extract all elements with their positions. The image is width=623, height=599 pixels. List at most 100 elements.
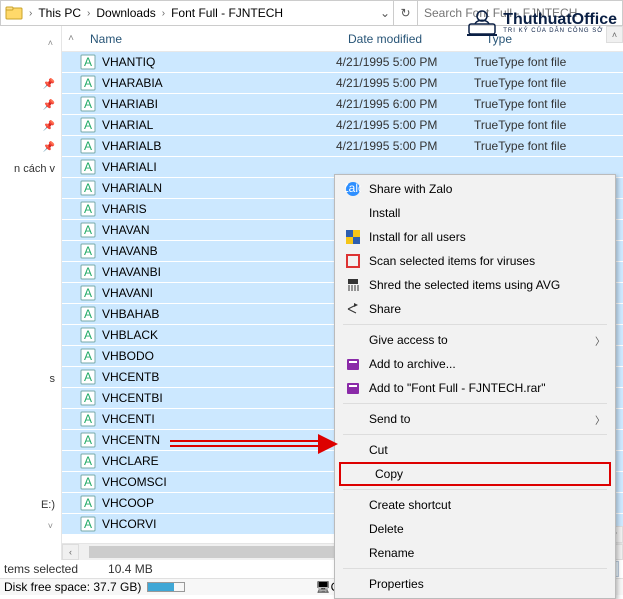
font-file-icon: A — [80, 54, 96, 70]
pin-icon: 📌 — [43, 79, 55, 90]
menu-delete[interactable]: Delete — [335, 517, 615, 541]
svg-text:A: A — [84, 433, 92, 447]
svg-text:A: A — [84, 391, 92, 405]
menu-install-all[interactable]: Install for all users — [335, 225, 615, 249]
menu-copy[interactable]: Copy — [339, 462, 611, 486]
submenu-arrow-icon: 〉 — [595, 333, 605, 348]
navigation-pane[interactable]: ˄ 📌 📌 📌 📌 n cách v s E:) ˅ — [0, 26, 62, 560]
sidebar-label[interactable]: n cách v — [0, 158, 61, 179]
file-row[interactable]: AVHANTIQ4/21/1995 5:00 PMTrueType font f… — [62, 52, 623, 73]
file-name: VHBAHAB — [102, 307, 336, 321]
file-name: VHBODO — [102, 349, 336, 363]
zalo-icon: Zalo — [343, 181, 363, 197]
file-row[interactable]: AVHARABIA4/21/1995 5:00 PMTrueType font … — [62, 73, 623, 94]
chevron-down-icon[interactable]: ˅ — [48, 521, 53, 531]
svg-text:A: A — [84, 286, 92, 300]
scrollbar-thumb[interactable] — [89, 546, 349, 558]
file-type: TrueType font file — [474, 118, 623, 132]
file-name: VHCENTB — [102, 370, 336, 384]
file-name: VHCORVI — [102, 517, 336, 531]
chevron-up-icon[interactable]: ˄ — [62, 33, 80, 44]
font-file-icon: A — [80, 117, 96, 133]
menu-scan[interactable]: Scan selected items for viruses — [335, 249, 615, 273]
share-icon — [343, 301, 363, 317]
sidebar-label[interactable]: s — [0, 368, 61, 389]
chevron-icon[interactable]: › — [27, 8, 34, 19]
file-name: VHARIALB — [102, 139, 336, 153]
scroll-left-button[interactable]: ‹ — [62, 544, 79, 560]
menu-add-named-archive[interactable]: Add to "Font Full - FJNTECH.rar" — [335, 376, 615, 400]
file-name: VHCLARE — [102, 454, 336, 468]
svg-text:A: A — [84, 496, 92, 510]
folder-icon — [5, 4, 23, 22]
file-name: VHCENTBI — [102, 391, 336, 405]
svg-text:A: A — [84, 454, 92, 468]
winrar-icon — [343, 380, 363, 396]
pin-icon: 📌 — [43, 142, 55, 153]
pin-icon: 📌 — [43, 100, 55, 111]
file-row[interactable]: AVHARIABI4/21/1995 6:00 PMTrueType font … — [62, 94, 623, 115]
svg-text:A: A — [84, 328, 92, 342]
column-date[interactable]: Date modified — [338, 32, 476, 46]
menu-create-shortcut[interactable]: Create shortcut — [335, 493, 615, 517]
watermark-brand: ThuthuatOffice — [503, 12, 617, 28]
menu-separator — [343, 324, 607, 325]
breadcrumb-item[interactable]: This PC — [34, 6, 85, 20]
svg-text:A: A — [84, 160, 92, 174]
file-name: VHARIALI — [102, 160, 336, 174]
shield-icon — [343, 229, 363, 245]
file-date: 4/21/1995 5:00 PM — [336, 139, 474, 153]
pin-icon: 📌 — [43, 121, 55, 132]
submenu-arrow-icon: 〉 — [595, 412, 605, 427]
menu-give-access[interactable]: Give access to〉 — [335, 328, 615, 352]
menu-share-zalo[interactable]: ZaloShare with Zalo — [335, 177, 615, 201]
chevron-up-icon[interactable]: ˄ — [48, 38, 53, 48]
file-name: VHCENTI — [102, 412, 336, 426]
menu-separator — [343, 489, 607, 490]
menu-add-archive[interactable]: Add to archive... — [335, 352, 615, 376]
font-file-icon: A — [80, 327, 96, 343]
status-size: 10.4 MB — [108, 562, 153, 576]
breadcrumb-item[interactable]: Downloads — [92, 6, 159, 20]
context-menu: ZaloShare with Zalo Install Install for … — [334, 174, 616, 599]
column-name[interactable]: Name — [80, 32, 338, 46]
refresh-button[interactable]: ↻ — [393, 1, 417, 25]
menu-cut[interactable]: Cut — [335, 438, 615, 462]
sidebar-label[interactable]: E:) — [0, 494, 61, 515]
dropdown-icon[interactable]: ⌄ — [377, 6, 393, 20]
chevron-icon: › — [160, 8, 167, 19]
menu-share[interactable]: Share — [335, 297, 615, 321]
font-file-icon: A — [80, 201, 96, 217]
font-file-icon: A — [80, 285, 96, 301]
file-name: VHARIABI — [102, 97, 336, 111]
file-date: 4/21/1995 5:00 PM — [336, 118, 474, 132]
svg-text:A: A — [84, 202, 92, 216]
menu-send-to[interactable]: Send to〉 — [335, 407, 615, 431]
breadcrumb[interactable]: This PC › Downloads › Font Full - FJNTEC… — [34, 1, 377, 25]
font-file-icon: A — [80, 75, 96, 91]
menu-shred[interactable]: Shred the selected items using AVG — [335, 273, 615, 297]
file-name: VHARABIA — [102, 76, 336, 90]
svg-text:A: A — [84, 349, 92, 363]
computer-icon: 🖥 — [315, 580, 330, 594]
breadcrumb-item[interactable]: Font Full - FJNTECH — [167, 6, 287, 20]
svg-text:A: A — [84, 244, 92, 258]
menu-rename[interactable]: Rename — [335, 541, 615, 565]
file-date: 4/21/1995 6:00 PM — [336, 97, 474, 111]
menu-install[interactable]: Install — [335, 201, 615, 225]
font-file-icon: A — [80, 348, 96, 364]
menu-properties[interactable]: Properties — [335, 572, 615, 596]
font-file-icon: A — [80, 411, 96, 427]
shred-icon — [343, 277, 363, 293]
svg-text:A: A — [84, 139, 92, 153]
font-file-icon: A — [80, 243, 96, 259]
font-file-icon: A — [80, 96, 96, 112]
font-file-icon: A — [80, 474, 96, 490]
chevron-icon: › — [85, 8, 92, 19]
file-name: VHARIALN — [102, 181, 336, 195]
svg-text:A: A — [84, 97, 92, 111]
svg-text:Zalo: Zalo — [345, 181, 361, 195]
svg-text:A: A — [84, 475, 92, 489]
file-row[interactable]: AVHARIAL4/21/1995 5:00 PMTrueType font f… — [62, 115, 623, 136]
file-row[interactable]: AVHARIALB4/21/1995 5:00 PMTrueType font … — [62, 136, 623, 157]
